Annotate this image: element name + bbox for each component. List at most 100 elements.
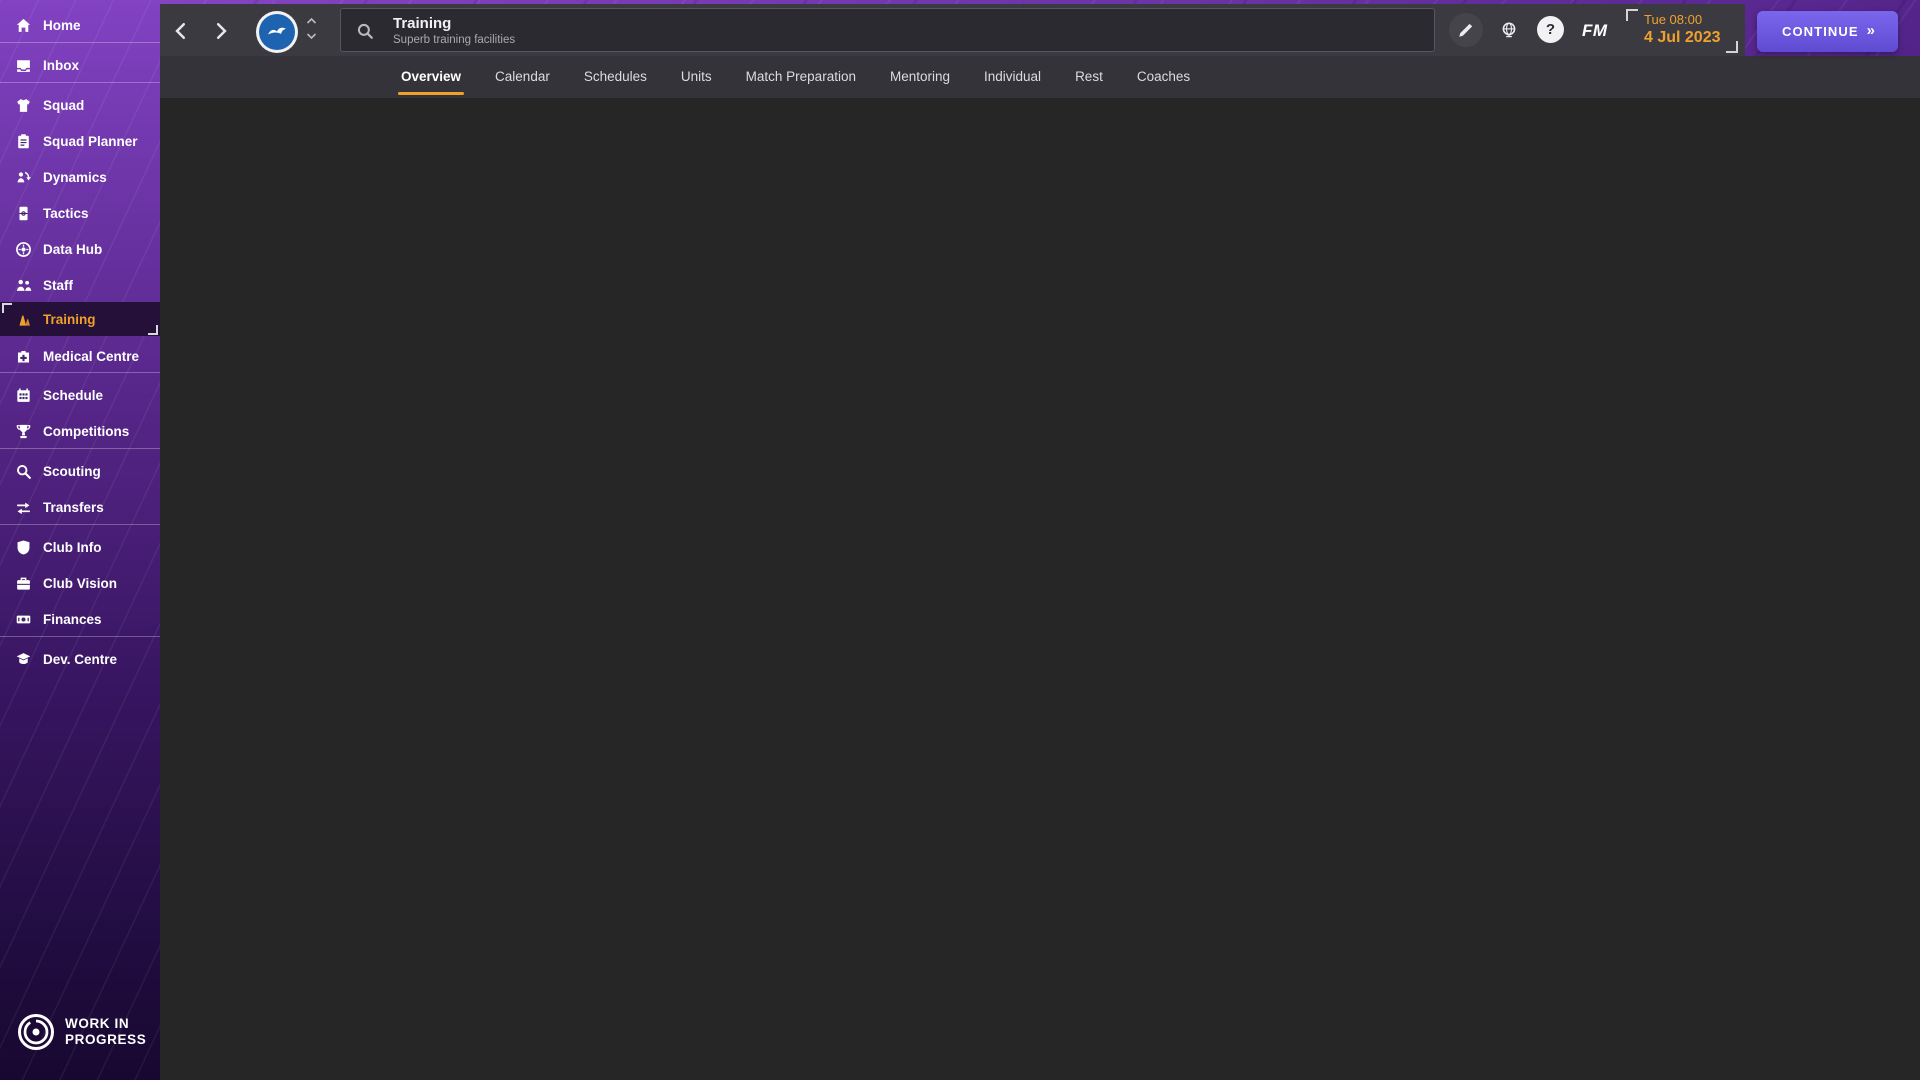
continue-label: CONTINUE xyxy=(1781,24,1859,39)
forward-button[interactable] xyxy=(208,18,234,44)
schedule-icon xyxy=(17,387,30,402)
datahub-icon xyxy=(16,241,31,257)
tactics-icon xyxy=(19,206,28,220)
sidebar-item-inbox[interactable]: Inbox xyxy=(0,50,160,80)
inbox-icon xyxy=(17,59,30,72)
back-button[interactable] xyxy=(168,18,194,44)
sidebar-item-label: Scouting xyxy=(43,463,101,479)
sidebar-item-label: Schedule xyxy=(43,387,104,403)
sidebar-item-data-hub[interactable]: Data Hub xyxy=(0,234,160,264)
sidebar-item-label: Club Info xyxy=(43,539,102,555)
sidebar-item-label: Transfers xyxy=(43,499,104,515)
chevron-left-icon xyxy=(175,23,186,39)
sidebar-item-label: Staff xyxy=(43,277,73,293)
sidebar-item-squad[interactable]: Squad xyxy=(0,90,160,120)
page-subtitle: Superb training facilities xyxy=(393,34,516,46)
main-content xyxy=(160,98,1920,1080)
edit-button[interactable] xyxy=(1449,13,1483,47)
sidebar-item-label: Training xyxy=(43,311,96,327)
devcentre-icon xyxy=(16,652,31,664)
continue-button[interactable]: CONTINUE » xyxy=(1757,11,1898,52)
sidebar-item-label: Medical Centre xyxy=(43,348,140,364)
wip-circle-icon xyxy=(18,1014,54,1050)
tab-individual[interactable]: Individual xyxy=(967,56,1058,98)
training-icon xyxy=(19,315,30,326)
sidebar-item-transfers[interactable]: Transfers xyxy=(0,492,160,522)
sidebar-item-medical-centre[interactable]: Medical Centre xyxy=(0,341,160,371)
shield-icon xyxy=(17,539,30,555)
transfers-icon xyxy=(17,502,30,514)
work-in-progress-logo: WORK IN PROGRESS xyxy=(16,1012,146,1052)
sidebar-item-label: Home xyxy=(43,17,81,33)
sidebar-item-label: Inbox xyxy=(43,57,79,73)
globe-icon xyxy=(1502,22,1516,38)
chevron-up-icon xyxy=(306,17,317,24)
tab-rest[interactable]: Rest xyxy=(1058,56,1120,98)
medical-icon xyxy=(17,350,30,362)
club-switcher[interactable] xyxy=(306,17,317,40)
search-icon xyxy=(357,23,373,39)
sidebar-item-home[interactable]: Home xyxy=(0,10,160,40)
tab-match-preparation[interactable]: Match Preparation xyxy=(729,56,873,98)
sidebar-separator xyxy=(0,448,160,449)
pencil-icon xyxy=(1459,23,1473,37)
sidebar-item-scouting[interactable]: Scouting xyxy=(0,456,160,486)
sidebar-item-competitions[interactable]: Competitions xyxy=(0,416,160,446)
sidebar-item-label: Competitions xyxy=(43,423,130,439)
tab-coaches[interactable]: Coaches xyxy=(1120,56,1207,98)
trophy-icon xyxy=(16,424,31,438)
sidebar-separator xyxy=(0,524,160,525)
tab-mentoring[interactable]: Mentoring xyxy=(873,56,967,98)
top-bar: Training Superb training facilities ? FM… xyxy=(160,4,1745,56)
sidebar-item-label: Finances xyxy=(43,611,102,627)
chevron-right-icon xyxy=(216,23,227,39)
sidebar-separator xyxy=(0,636,160,637)
sidebar-item-label: Data Hub xyxy=(43,241,103,257)
tab-strip: Overview Calendar Schedules Units Match Prep… xyxy=(160,56,1920,98)
sidebar-separator xyxy=(0,372,160,373)
world-button[interactable] xyxy=(1492,13,1526,47)
sidebar-item-label: Tactics xyxy=(43,205,89,221)
app-window: WORK IN PROGRESS Home Inbox Squad Squad Pla… xyxy=(0,0,1920,1080)
help-button[interactable]: ? xyxy=(1537,16,1564,43)
sidebar-item-schedule[interactable]: Schedule xyxy=(0,380,160,410)
sidebar-item-training[interactable]: Training xyxy=(0,302,160,336)
double-chevron-icon: » xyxy=(1866,22,1875,39)
sidebar: WORK IN PROGRESS Home Inbox Squad Squad Pla… xyxy=(0,0,160,1080)
sidebar-item-staff[interactable]: Staff xyxy=(0,270,160,300)
wip-line2: PROGRESS xyxy=(65,1032,147,1047)
tab-overview[interactable]: Overview xyxy=(384,56,478,98)
game-date: Tue 08:00 4 Jul 2023 xyxy=(1626,9,1738,53)
shirt-icon xyxy=(17,98,30,112)
question-mark-icon: ? xyxy=(1545,21,1556,38)
page-title: Training xyxy=(393,15,452,32)
home-icon xyxy=(16,18,31,32)
chevron-down-icon xyxy=(306,33,317,40)
sidebar-item-label: Club Vision xyxy=(43,575,118,591)
sidebar-item-club-vision[interactable]: Club Vision xyxy=(0,568,160,598)
sidebar-item-dev-centre[interactable]: Dev. Centre xyxy=(0,644,160,674)
sidebar-item-label: Dynamics xyxy=(43,169,107,185)
finances-icon xyxy=(16,615,31,623)
tab-calendar[interactable]: Calendar xyxy=(478,56,567,98)
wip-line1: WORK IN xyxy=(65,1016,130,1031)
staff-icon xyxy=(16,279,32,291)
dynamics-icon xyxy=(17,171,31,182)
sidebar-item-club-info[interactable]: Club Info xyxy=(0,532,160,562)
sidebar-item-dynamics[interactable]: Dynamics xyxy=(0,162,160,192)
game-time: Tue 08:00 xyxy=(1644,12,1703,27)
tab-schedules[interactable]: Schedules xyxy=(567,56,664,98)
sidebar-item-label: Squad Planner xyxy=(43,133,138,149)
briefcase-icon xyxy=(17,577,30,590)
sidebar-item-label: Dev. Centre xyxy=(43,651,118,667)
sidebar-item-finances[interactable]: Finances xyxy=(0,604,160,634)
search-bar[interactable]: Training Superb training facilities xyxy=(340,8,1435,52)
seagull-icon xyxy=(268,27,286,35)
scout-icon xyxy=(17,464,31,479)
sidebar-item-squad-planner[interactable]: Squad Planner xyxy=(0,126,160,156)
fm-logo: FM xyxy=(1582,21,1608,40)
tab-units[interactable]: Units xyxy=(664,56,729,98)
sidebar-item-tactics[interactable]: Tactics xyxy=(0,198,160,228)
game-date-value: 4 Jul 2023 xyxy=(1644,29,1721,46)
club-badge[interactable] xyxy=(256,11,298,53)
